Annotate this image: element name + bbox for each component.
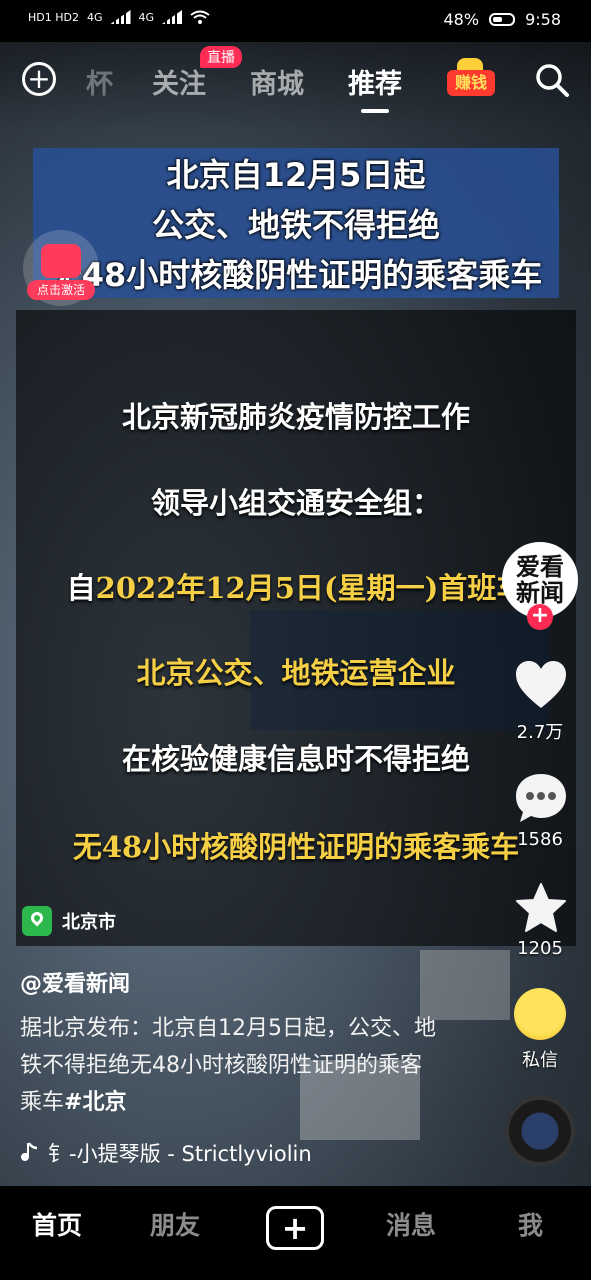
- status-left: HD1 HD2 4G 4G: [28, 10, 210, 24]
- video-headline-banner: 北京自12月5日起 公交、地铁不得拒绝 无48小时核酸阴性证明的乘客乘车: [33, 148, 559, 298]
- nav-friends[interactable]: 朋友: [150, 1206, 200, 1242]
- activate-tag: 点击激活: [27, 280, 95, 300]
- headline-line: 无48小时核酸阴性证明的乘客乘车: [49, 256, 543, 294]
- live-badge: 直播: [200, 46, 242, 68]
- panel-line-highlight: 2022年12月5日(星期一)首班车: [95, 571, 526, 605]
- status-bar: HD1 HD2 4G 4G 48% 9:58: [0, 0, 591, 42]
- panel-line: 无48小时核酸阴性证明的乘客乘车: [72, 830, 520, 864]
- video-feed-screen: HD1 HD2 4G 4G 48% 9:58 + 杯 关注 直播 商城 推荐 赚…: [0, 0, 591, 1280]
- direct-message-label: 私信: [522, 1050, 558, 1071]
- direct-message-emoji-icon[interactable]: [514, 988, 566, 1040]
- signal-icon: [162, 10, 183, 24]
- network-type-2: 4G: [138, 10, 155, 24]
- headline-line: 公交、地铁不得拒绝: [151, 206, 440, 244]
- panel-line: 领导小组交通安全组：: [150, 486, 441, 520]
- clock: 9:58: [525, 10, 561, 29]
- panel-line-prefix: 自: [66, 571, 96, 605]
- bottom-nav: 首页 朋友 + 消息 我: [0, 1186, 591, 1280]
- comment-count: 1586: [517, 829, 563, 850]
- add-plus-icon[interactable]: +: [22, 62, 56, 96]
- music-disc-icon[interactable]: [505, 1096, 575, 1166]
- music-title: 钅-小提琴版 - Strictlyviolin: [48, 1142, 312, 1166]
- activate-float-button[interactable]: 点击激活: [23, 230, 99, 306]
- network-type-1: 4G: [86, 10, 103, 24]
- hashtag[interactable]: #北京: [64, 1090, 126, 1115]
- nav-me[interactable]: 我: [518, 1206, 543, 1242]
- panel-line: 北京新冠肺炎疫情防控工作: [121, 400, 470, 434]
- follow-plus-icon[interactable]: +: [527, 604, 553, 630]
- favorite-count: 1205: [517, 938, 563, 959]
- sim-indicator: HD1 HD2: [28, 10, 79, 24]
- video-text-panel: 北京新冠肺炎疫情防控工作 领导小组交通安全组： 自2022年12月5日(星期一)…: [16, 310, 576, 946]
- location-pin-icon: [22, 906, 52, 936]
- tab-following[interactable]: 关注: [152, 62, 206, 101]
- nav-messages[interactable]: 消息: [386, 1206, 436, 1242]
- favorite-star-icon[interactable]: [514, 882, 568, 934]
- battery-icon: [489, 13, 516, 26]
- panel-line: 在核验健康信息时不得拒绝: [121, 742, 470, 776]
- like-heart-icon[interactable]: [514, 660, 568, 710]
- tab-partial[interactable]: 杯: [86, 62, 113, 101]
- panel-line: 北京公交、地铁运营企业: [136, 656, 456, 690]
- earn-money-button[interactable]: 赚钱: [447, 58, 495, 100]
- activate-icon: [41, 244, 81, 278]
- author-name[interactable]: @爱看新闻: [20, 966, 130, 998]
- location-tag[interactable]: 北京市: [22, 906, 116, 936]
- avatar-text: 爱看: [516, 553, 564, 581]
- top-nav: + 杯 关注 直播 商城 推荐 赚钱: [0, 46, 591, 113]
- comment-bubble-icon[interactable]: [514, 772, 568, 824]
- status-right: 48% 9:58: [444, 10, 562, 29]
- like-count: 2.7万: [516, 722, 564, 743]
- nav-home[interactable]: 首页: [32, 1206, 82, 1242]
- wifi-icon: [190, 10, 210, 24]
- earn-label: 赚钱: [447, 70, 495, 96]
- music-info[interactable]: 钅-小提琴版 - Strictlyviolin: [20, 1138, 312, 1168]
- battery-percent: 48%: [443, 10, 480, 29]
- panel-line: 自2022年12月5日(星期一)首班车: [16, 565, 576, 607]
- tab-mall[interactable]: 商城: [250, 62, 304, 101]
- tab-recommended[interactable]: 推荐: [348, 62, 402, 113]
- music-note-icon: [21, 1142, 38, 1161]
- signal-icon: [110, 10, 131, 24]
- headline-line: 北京自12月5日起: [166, 156, 426, 194]
- location-label: 北京市: [62, 912, 116, 933]
- create-plus-button[interactable]: +: [266, 1206, 324, 1250]
- search-icon[interactable]: [534, 62, 570, 98]
- post-description[interactable]: 据北京发布：北京自12月5日起，公交、地铁不得拒绝无48小时核酸阴性证明的乘客乘…: [20, 1010, 440, 1121]
